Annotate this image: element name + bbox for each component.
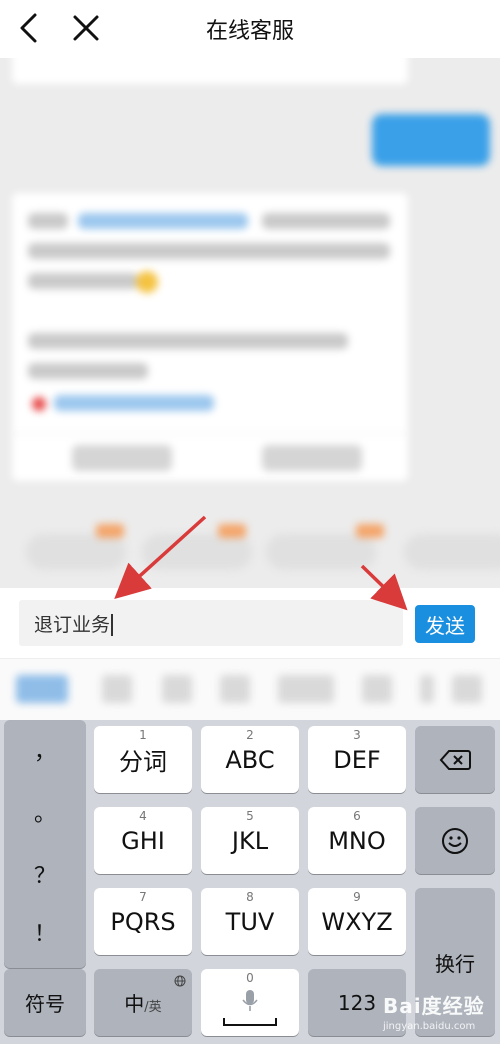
card-action[interactable]: [72, 445, 172, 471]
backspace-icon: [439, 749, 471, 770]
punct-comma[interactable]: ，: [4, 734, 86, 766]
candidate-item[interactable]: [220, 675, 250, 703]
microphone-icon: [242, 990, 258, 1011]
quick-reply-chip[interactable]: [266, 534, 376, 570]
message-card: [12, 193, 408, 481]
punct-exclaim[interactable]: ！: [4, 916, 86, 948]
delete-key[interactable]: [415, 726, 495, 793]
emoji-icon: [442, 827, 468, 854]
punctuation-column[interactable]: ， 。 ？ ！: [4, 720, 86, 968]
key-3[interactable]: 3 DEF: [308, 726, 406, 793]
candidate-item[interactable]: [452, 675, 482, 703]
watermark: Bai度经验 jingyan.baidu.com: [383, 994, 485, 1032]
input-text: 退订业务: [34, 613, 111, 636]
candidate-item[interactable]: [362, 675, 392, 703]
candidate-item[interactable]: [162, 675, 192, 703]
quick-reply-chip[interactable]: [26, 534, 126, 570]
back-button[interactable]: [10, 10, 46, 46]
globe-icon: [174, 975, 186, 987]
quick-reply-chip[interactable]: [404, 534, 500, 570]
message-input[interactable]: 退订业务: [19, 600, 403, 646]
close-icon: [73, 15, 99, 41]
candidate-item[interactable]: [102, 675, 132, 703]
top-bar: 在线客服: [0, 0, 500, 58]
input-bar: 退订业务 发送: [0, 588, 500, 658]
candidate-item[interactable]: [420, 675, 434, 703]
punct-question[interactable]: ？: [4, 858, 86, 890]
key-7[interactable]: 7 PQRS: [94, 888, 192, 955]
key-6[interactable]: 6 MNO: [308, 807, 406, 874]
candidate-item[interactable]: [16, 675, 68, 703]
language-switch-key[interactable]: 中/英: [94, 969, 192, 1036]
user-message-bubble: [372, 114, 490, 166]
space-bar-icon: [223, 1018, 277, 1026]
key-2[interactable]: 2 ABC: [201, 726, 299, 793]
page-title: 在线客服: [205, 19, 294, 44]
key-4[interactable]: 4 GHI: [94, 807, 192, 874]
quick-reply-chip[interactable]: [142, 534, 252, 570]
symbols-key[interactable]: 符号: [4, 969, 86, 1036]
close-button[interactable]: [68, 10, 104, 46]
key-1[interactable]: 1 分词: [94, 726, 192, 793]
warning-icon: [32, 397, 46, 411]
space-key[interactable]: 0: [201, 969, 299, 1036]
chat-area: [0, 58, 500, 588]
send-button[interactable]: 发送: [415, 605, 475, 643]
punct-period[interactable]: 。: [4, 796, 86, 828]
text-caret: [111, 614, 113, 636]
chevron-left-icon: [20, 13, 37, 43]
emoji-icon: [136, 271, 158, 293]
key-5[interactable]: 5 JKL: [201, 807, 299, 874]
message-card: [12, 58, 408, 84]
candidate-strip: [0, 658, 500, 721]
card-action[interactable]: [262, 445, 362, 471]
emoji-key[interactable]: [415, 807, 495, 874]
candidate-item[interactable]: [278, 675, 334, 703]
key-8[interactable]: 8 TUV: [201, 888, 299, 955]
key-9[interactable]: 9 WXYZ: [308, 888, 406, 955]
